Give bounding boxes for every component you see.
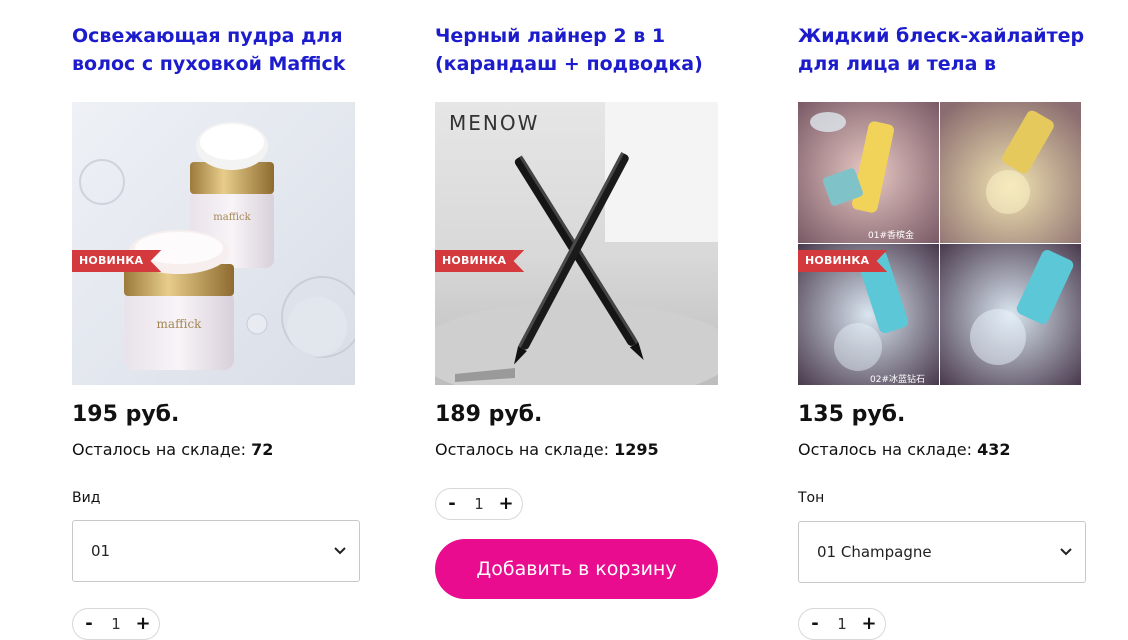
hair-powder-photo: maffick maffick	[72, 102, 355, 385]
tone-select[interactable]: 01 Champagne	[798, 521, 1086, 583]
chevron-down-icon	[334, 547, 346, 555]
quantity-value[interactable]: 1	[827, 609, 857, 639]
product-price: 195 руб.	[72, 402, 180, 427]
new-badge: НОВИНКА	[798, 250, 888, 272]
product-title[interactable]: Освежающая пудра для волос с пуховкой Ma…	[72, 22, 372, 78]
image-brand-text: MENOW	[449, 111, 539, 135]
stock-info: Осталось на складе: 432	[798, 440, 1010, 459]
option-label: Вид	[72, 490, 101, 506]
decrease-quantity-button[interactable]: -	[75, 609, 103, 639]
product-title[interactable]: Жидкий блеск-хайлайтер для лица и тела в	[798, 22, 1098, 78]
quantity-stepper: - 1 +	[798, 608, 886, 640]
stock-value: 1295	[614, 440, 659, 459]
stock-value: 432	[977, 440, 1011, 459]
increase-quantity-button[interactable]: +	[492, 489, 520, 519]
quantity-stepper: - 1 +	[72, 608, 160, 640]
chevron-down-icon	[1060, 548, 1072, 556]
stock-value: 72	[251, 440, 274, 459]
quantity-stepper: - 1 +	[435, 488, 523, 520]
stock-info: Осталось на складе: 72	[72, 440, 273, 459]
svg-text:maffick: maffick	[157, 317, 203, 331]
product-title[interactable]: Черный лайнер 2 в 1 (карандаш + подводка…	[435, 22, 735, 78]
increase-quantity-button[interactable]: +	[855, 609, 883, 639]
add-to-cart-button[interactable]: Добавить в корзину	[435, 539, 718, 599]
quantity-value[interactable]: 1	[464, 489, 494, 519]
product-image[interactable]: MENOW НОВИНКА	[435, 102, 718, 385]
svg-text:maffick: maffick	[213, 212, 251, 223]
product-price: 135 руб.	[798, 402, 906, 427]
image-caption-1: 01#香槟金	[868, 229, 914, 241]
stock-label: Осталось на складе:	[798, 440, 972, 459]
stock-info: Осталось на складе: 1295	[435, 440, 659, 459]
new-badge: НОВИНКА	[435, 250, 525, 272]
increase-quantity-button[interactable]: +	[129, 609, 157, 639]
decrease-quantity-button[interactable]: -	[438, 489, 466, 519]
tone-select-value: 01 Champagne	[817, 543, 932, 561]
option-label: Тон	[798, 490, 825, 506]
stock-label: Осталось на складе:	[72, 440, 246, 459]
variant-select[interactable]: 01	[72, 520, 360, 582]
product-price: 189 руб.	[435, 402, 543, 427]
new-badge: НОВИНКА	[72, 250, 162, 272]
stock-label: Осталось на складе:	[435, 440, 609, 459]
eyeliner-photo: MENOW	[435, 102, 718, 385]
quantity-value[interactable]: 1	[101, 609, 131, 639]
product-image[interactable]: 01#香槟金 02#冰蓝钻石 НОВИНКА	[798, 102, 1081, 385]
decrease-quantity-button[interactable]: -	[801, 609, 829, 639]
variant-select-value: 01	[91, 542, 111, 560]
highlighter-photo: 01#香槟金 02#冰蓝钻石	[798, 102, 1081, 385]
product-image[interactable]: maffick maffick НОВИНКА	[72, 102, 355, 385]
image-caption-2: 02#冰蓝钻石	[870, 373, 925, 385]
